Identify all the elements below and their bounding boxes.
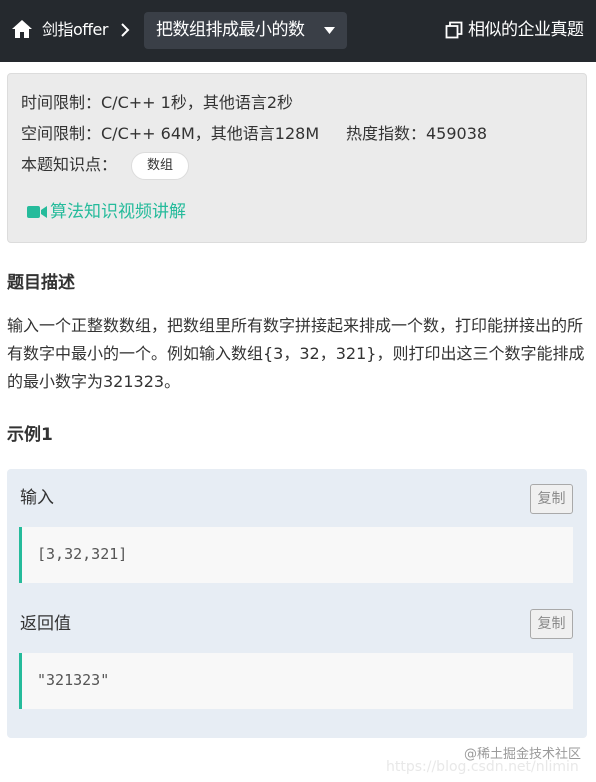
copy-pages-icon [445,21,463,39]
similar-questions-link[interactable]: 相似的企业真题 [468,19,584,41]
description-text: 输入一个正整数数组，把数组里所有数字拼接起来排成一个数，打印能拼接出的所有数字中… [7,316,585,391]
space-limit: 空间限制：C/C++ 64M，其他语言128M [21,124,320,143]
home-icon[interactable] [11,19,33,39]
description-heading: 题目描述 [7,273,75,293]
example-heading: 示例1 [7,425,53,445]
input-label: 输入 [20,488,54,508]
output-code-box[interactable]: "321323" [19,653,573,709]
breadcrumb-jianzhi-offer[interactable]: 剑指offer [42,19,108,41]
knowledge-points-label: 本题知识点： [21,155,118,174]
knowledge-tag-array[interactable]: 数组 [131,152,189,180]
input-code-box[interactable]: [3,32,321] [19,527,573,583]
output-label: 返回值 [20,614,71,634]
input-value: [3,32,321] [37,545,128,563]
heat-index: 热度指数：459038 [346,124,488,143]
algorithm-video-link[interactable]: 算法知识视频讲解 [50,201,186,223]
copy-output-button[interactable]: 复制 [530,609,573,639]
watermark: @稀土掘金技术社区 [464,747,582,762]
top-nav-bar: 剑指offer 把数组排成最小的数 相似的企业真题 [0,0,596,62]
time-limit: 时间限制：C/C++ 1秒，其他语言2秒 [21,93,293,112]
copy-input-button[interactable]: 复制 [530,484,573,514]
problem-info-card: 时间限制：C/C++ 1秒，其他语言2秒 空间限制：C/C++ 64M，其他语言… [7,73,587,243]
problem-title: 把数组排成最小的数 [156,20,305,40]
chevron-right-icon [121,23,130,37]
example-card: 输入 复制 [3,32,321] 返回值 复制 "321323" [7,469,587,738]
problem-title-dropdown[interactable]: 把数组排成最小的数 [144,12,347,49]
output-value: "321323" [37,671,110,689]
caret-down-icon [324,27,335,34]
video-camera-icon[interactable] [27,205,47,219]
